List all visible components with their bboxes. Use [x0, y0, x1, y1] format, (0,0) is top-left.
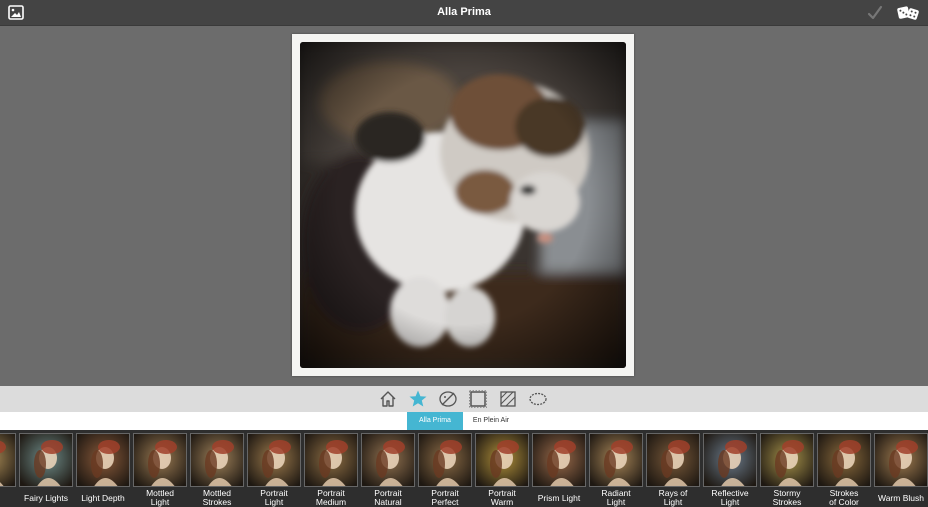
- preset-label: Mottled Light: [146, 488, 174, 507]
- preset-label: Prism Light: [537, 492, 581, 503]
- effects-toolbar: [0, 386, 928, 412]
- preset-preview-image: [19, 433, 73, 487]
- preset-label: Portrait Natural: [374, 488, 402, 507]
- preset-label: Light Depth: [81, 492, 125, 503]
- page-title: Alla Prima: [437, 6, 491, 18]
- preset-label: Strokes of Color: [829, 488, 859, 507]
- preset-preview-image: [190, 433, 244, 487]
- preset-label: Radiant Light: [601, 488, 631, 507]
- preset-preview-image: [760, 433, 814, 487]
- preset-preview-image: [361, 433, 415, 487]
- preset-thumbnail[interactable]: Stormy Strokes: [760, 433, 814, 507]
- preset-thumbnail[interactable]: Portrait Medium: [304, 433, 358, 507]
- preset-preview-image: [304, 433, 358, 487]
- preset-thumbnail[interactable]: Light Depth: [76, 433, 130, 506]
- preset-label: Portrait Perfect: [431, 488, 459, 507]
- preset-preview-image: [418, 433, 472, 487]
- edited-photo-kitten[interactable]: [300, 42, 626, 368]
- preset-thumbnail[interactable]: Fairy Lights: [19, 433, 73, 506]
- palette-brush-icon[interactable]: [438, 389, 458, 409]
- preset-label: Warm Blush: [878, 492, 924, 503]
- preset-preview-image: [475, 433, 529, 487]
- dice-icon[interactable]: [896, 4, 920, 22]
- preset-preview-image: [646, 433, 700, 487]
- preset-preview-image: [703, 433, 757, 487]
- preset-label: Portrait Light: [260, 488, 288, 507]
- canvas-area: [0, 26, 928, 386]
- preset-thumbnail[interactable]: Rays of Light: [646, 433, 700, 507]
- preset-thumbnail[interactable]: Prism Light: [532, 433, 586, 506]
- preset-preview-image: [76, 433, 130, 487]
- preset-label: Reflective Light: [711, 488, 749, 507]
- tab-alla-prima[interactable]: Alla Prima: [407, 412, 463, 430]
- frame-border-icon[interactable]: [468, 389, 488, 409]
- preset-preview-image: [532, 433, 586, 487]
- preset-label: Portrait Warm: [488, 488, 516, 507]
- preset-preview-image: [133, 433, 187, 487]
- preset-thumbnail[interactable]: Mottled Strokes: [190, 433, 244, 507]
- star-icon[interactable]: [408, 389, 428, 409]
- preset-preview-image: [817, 433, 871, 487]
- preset-thumbnail[interactable]: Portrait Light: [247, 433, 301, 507]
- preset-thumbnail[interactable]: Portrait Perfect: [418, 433, 472, 507]
- top-bar: Alla Prima: [0, 0, 928, 26]
- preset-preview-image: [247, 433, 301, 487]
- tab-en-plein-air[interactable]: En Plein Air: [463, 412, 519, 430]
- preset-label: Stormy Strokes: [772, 488, 802, 507]
- canvas-texture-icon[interactable]: [498, 389, 518, 409]
- home-icon[interactable]: [378, 389, 398, 409]
- checkmark-icon[interactable]: [867, 4, 883, 21]
- preset-thumbnail[interactable]: Strokes of Color: [817, 433, 871, 507]
- preset-label: Portrait Medium: [315, 488, 347, 507]
- preset-thumbnail[interactable]: Portrait Warm: [475, 433, 529, 507]
- preset-strip: e Fairy Lights Light Depth Mottled Light Mot…: [0, 430, 928, 507]
- preset-label: Mottled Strokes: [202, 488, 232, 507]
- style-tabs: Alla Prima En Plein Air: [0, 412, 928, 430]
- preset-thumbnail[interactable]: Portrait Natural: [361, 433, 415, 507]
- preset-thumbnail[interactable]: Warm Blush: [874, 433, 928, 506]
- preset-preview-image: [589, 433, 643, 487]
- preset-label: Rays of Light: [658, 488, 688, 507]
- preset-thumbnail[interactable]: Radiant Light: [589, 433, 643, 507]
- vignette-icon[interactable]: [528, 389, 548, 409]
- preset-thumbnail[interactable]: e: [0, 433, 16, 506]
- preset-preview-image: [874, 433, 928, 487]
- preset-preview-image: [0, 433, 16, 487]
- preset-label: Fairy Lights: [24, 492, 68, 503]
- preset-thumbnail[interactable]: Reflective Light: [703, 433, 757, 507]
- photo-frame: [292, 34, 634, 376]
- preset-thumbnail[interactable]: Mottled Light: [133, 433, 187, 507]
